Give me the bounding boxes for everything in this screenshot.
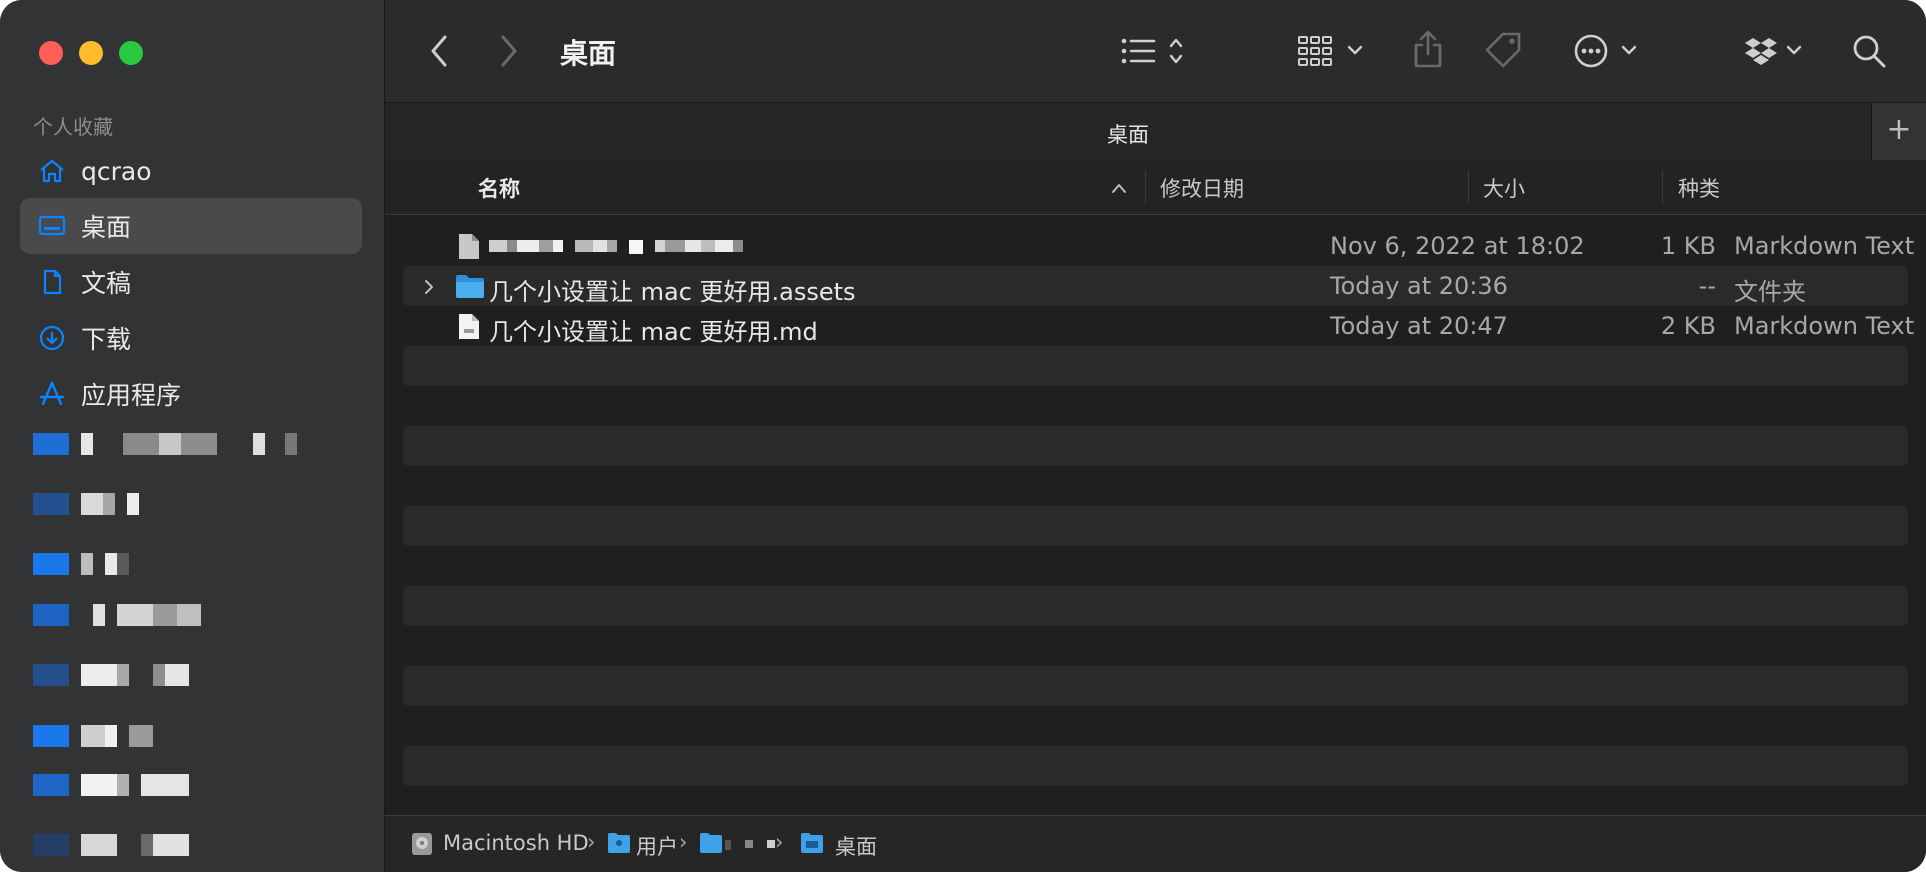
hard-disk-icon [412,833,432,855]
group-by-icon[interactable] [1297,33,1369,69]
dropbox-icon[interactable] [1744,33,1806,69]
table-row[interactable]: 几个小设置让 mac 更好用.assets Today at 20:36 -- … [403,266,1908,306]
column-header: 名称 修改日期 大小 种类 [385,160,1926,215]
home-icon [40,159,64,183]
file-size: -- [1698,272,1716,300]
empty-row [403,346,1908,386]
sidebar-item-redacted[interactable] [33,553,129,577]
sidebar-item-redacted[interactable] [33,493,139,517]
zoom-button[interactable] [119,41,143,65]
sidebar-item-redacted[interactable] [33,725,153,749]
chevron-right-icon[interactable] [497,33,521,69]
sidebar-item-label: 下载 [81,325,132,354]
path-separator: › [775,830,784,854]
column-kind[interactable]: 种类 [1678,173,1720,203]
file-size: 2 KB [1660,312,1716,340]
desktop-folder-icon [801,833,823,853]
file-name: 几个小设置让 mac 更好用.md [489,318,818,346]
file-kind: 文件夹 [1734,278,1806,306]
search-icon[interactable] [1851,33,1887,69]
share-icon[interactable] [1411,28,1445,70]
sidebar-item-redacted[interactable] [33,604,201,628]
new-tab-button[interactable]: + [1871,103,1926,160]
file-modified: Today at 20:47 [1330,312,1508,340]
path-item-desktop[interactable]: 桌面 [835,831,877,861]
path-item-home-redacted[interactable] [725,840,775,850]
empty-row [403,666,1908,706]
download-icon [39,325,65,351]
column-divider[interactable] [1468,170,1469,204]
path-item-users[interactable]: 用户 [636,831,678,861]
sidebar-item-redacted[interactable] [33,774,189,798]
sidebar-item-redacted[interactable] [33,433,297,457]
file-name: 几个小设置让 mac 更好用.assets [489,278,856,306]
tab-desktop[interactable]: 桌面 [385,119,1871,149]
path-item-disk[interactable]: Macintosh HD [443,831,589,855]
table-row[interactable]: Nov 6, 2022 at 18:02 1 KB Markdown Text [403,226,1914,266]
column-name[interactable]: 名称 [478,173,520,203]
applications-icon [39,381,65,406]
tab-bar: 桌面 + [385,102,1926,161]
sidebar-section-favorites: 个人收藏 [33,115,113,139]
sidebar-item-redacted[interactable] [33,834,189,858]
column-divider[interactable] [1145,170,1146,204]
home-folder-icon [700,833,722,853]
sidebar: 个人收藏 qcrao 桌面 文稿 下载 应用程序 [0,0,385,872]
sidebar-item-home[interactable]: qcrao [20,143,362,199]
markdown-file-icon [459,314,479,339]
table-row[interactable]: 几个小设置让 mac 更好用.md Today at 20:47 2 KB Ma… [403,306,1914,346]
column-divider[interactable] [1662,170,1663,204]
window-title: 桌面 [560,37,617,70]
file-name-redacted [489,240,743,254]
main-area: 桌面 桌面 + 名称 修改日期 大小 种类 Nov 6, 2022 at 18:… [385,0,1926,872]
file-kind: Markdown Text [1734,312,1915,340]
empty-row [403,746,1908,786]
sidebar-item-downloads[interactable]: 下载 [20,310,362,366]
close-button[interactable] [39,41,63,65]
desktop-icon [38,215,66,236]
toolbar: 桌面 [385,0,1926,102]
file-size: 1 KB [1660,232,1716,260]
empty-row [403,506,1908,546]
column-modified[interactable]: 修改日期 [1160,173,1244,203]
tag-icon[interactable] [1483,30,1525,70]
user-folder-icon [608,833,630,853]
minimize-button[interactable] [79,41,103,65]
disclosure-triangle-icon[interactable] [423,278,435,296]
sidebar-item-desktop[interactable]: 桌面 [20,198,362,254]
sidebar-item-documents[interactable]: 文稿 [20,254,362,310]
list-view-icon[interactable] [1120,33,1192,69]
sort-ascending-icon [1112,184,1126,193]
column-size[interactable]: 大小 [1483,173,1525,203]
file-kind: Markdown Text [1734,232,1915,260]
sidebar-item-applications[interactable]: 应用程序 [20,366,362,422]
sidebar-item-label: 应用程序 [81,381,182,410]
chevron-left-icon[interactable] [427,33,451,69]
sidebar-item-label: 文稿 [81,269,132,298]
finder-window: 个人收藏 qcrao 桌面 文稿 下载 应用程序 桌面 桌面 + 名称 修改日期… [0,0,1926,872]
sidebar-item-label: qcrao [81,156,152,186]
folder-icon [456,275,484,298]
empty-row [403,586,1908,626]
sidebar-item-redacted[interactable] [33,664,189,688]
document-icon [43,269,62,295]
empty-row [403,426,1908,466]
file-modified: Today at 20:36 [1330,272,1508,300]
path-separator: › [587,830,596,854]
sidebar-item-label: 桌面 [81,213,132,242]
path-bar: Macintosh HD › 用户 › › 桌面 [385,815,1926,872]
more-actions-icon[interactable] [1573,33,1643,69]
path-separator: › [679,830,688,854]
markdown-file-icon [459,234,479,259]
